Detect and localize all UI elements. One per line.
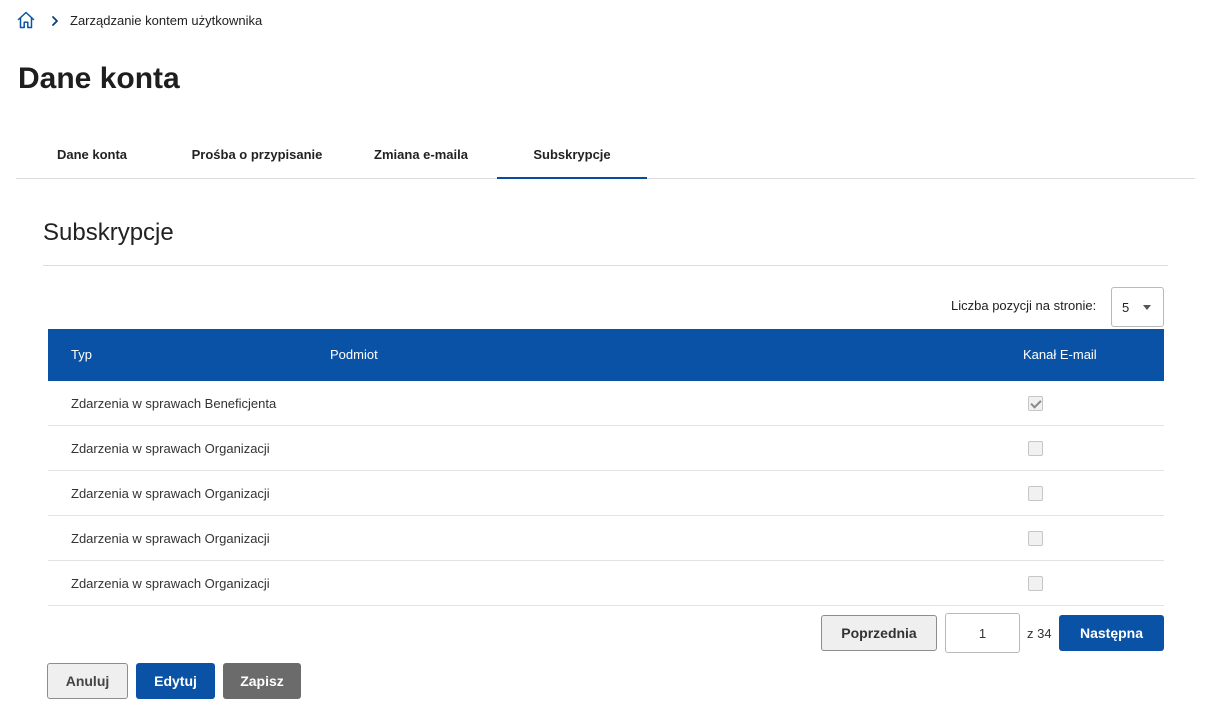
page-title: Dane konta	[18, 62, 180, 95]
tab-dane-konta[interactable]: Dane konta	[34, 133, 150, 179]
breadcrumb-current: Zarządzanie kontem użytkownika	[70, 12, 263, 28]
home-icon[interactable]	[16, 10, 36, 30]
cell-typ: Zdarzenia w sprawach Beneficjenta	[71, 396, 277, 411]
subscriptions-table: Typ Podmiot Kanał E-mail Zdarzenia w spr…	[48, 329, 1164, 606]
table-row: Zdarzenia w sprawach Organizacji	[48, 426, 1164, 471]
per-page-label: Liczba pozycji na stronie:	[951, 298, 1097, 313]
header-podmiot: Podmiot	[330, 347, 378, 362]
header-kanal-email: Kanał E-mail	[1023, 347, 1097, 362]
tab-subskrypcje[interactable]: Subskrypcje	[497, 133, 647, 179]
edit-button[interactable]: Edytuj	[136, 663, 215, 699]
cell-typ: Zdarzenia w sprawach Organizacji	[71, 486, 270, 501]
email-channel-checkbox[interactable]	[1028, 486, 1043, 501]
table-header: Typ Podmiot Kanał E-mail	[48, 329, 1164, 381]
tab-bar: Dane konta Prośba o przypisanie Zmiana e…	[16, 133, 1195, 179]
breadcrumb: Zarządzanie kontem użytkownika	[16, 10, 262, 30]
section-title: Subskrypcje	[43, 219, 174, 246]
email-channel-checkbox[interactable]	[1028, 396, 1043, 411]
next-page-button[interactable]: Następna	[1059, 615, 1164, 651]
caret-down-icon	[1143, 305, 1151, 310]
email-channel-checkbox[interactable]	[1028, 531, 1043, 546]
save-button[interactable]: Zapisz	[223, 663, 301, 699]
previous-page-button[interactable]: Poprzednia	[821, 615, 937, 651]
cell-typ: Zdarzenia w sprawach Organizacji	[71, 576, 270, 591]
cell-typ: Zdarzenia w sprawach Organizacji	[71, 441, 270, 456]
table-row: Zdarzenia w sprawach Organizacji	[48, 516, 1164, 561]
header-typ: Typ	[71, 347, 92, 362]
table-row: Zdarzenia w sprawach Organizacji	[48, 561, 1164, 606]
table-row: Zdarzenia w sprawach Organizacji	[48, 471, 1164, 516]
section-divider	[43, 265, 1168, 266]
cancel-button[interactable]: Anuluj	[47, 663, 128, 699]
email-channel-checkbox[interactable]	[1028, 576, 1043, 591]
tab-zmiana-e-maila[interactable]: Zmiana e-maila	[358, 133, 484, 179]
table-row: Zdarzenia w sprawach Beneficjenta	[48, 381, 1164, 426]
cell-typ: Zdarzenia w sprawach Organizacji	[71, 531, 270, 546]
chevron-right-icon	[50, 14, 60, 26]
email-channel-checkbox[interactable]	[1028, 441, 1043, 456]
page-number-input[interactable]	[945, 613, 1020, 653]
per-page-select[interactable]: 5	[1111, 287, 1164, 327]
tab-prosba-o-przypisanie[interactable]: Prośba o przypisanie	[174, 133, 340, 179]
page-total: z 34	[1027, 626, 1052, 641]
per-page-value: 5	[1122, 299, 1130, 315]
